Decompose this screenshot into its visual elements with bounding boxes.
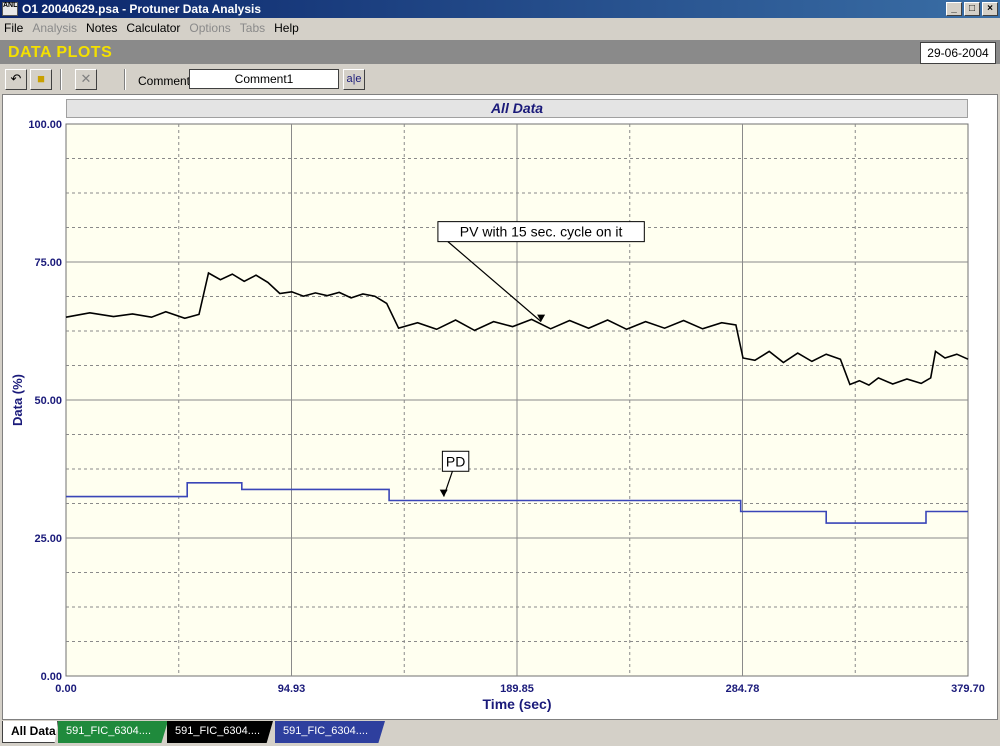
x-tick-label: 0.00	[55, 683, 76, 695]
x-tick-label: 189.85	[500, 683, 534, 695]
x-axis-label: Time (sec)	[483, 696, 552, 712]
y-tick-label: 75.00	[34, 257, 62, 269]
x-tick-label: 94.93	[278, 683, 306, 695]
tab-1[interactable]: 591_FIC_6304....	[58, 721, 168, 743]
chart-svg: 0.00 94.93 189.85 284.78 379.70 0.00 25.00 50.0…	[10, 119, 985, 712]
tab-0[interactable]: All Data	[2, 721, 58, 743]
tab-bar: All Data 591_FIC_6304.... 591_FIC_6304....…	[0, 720, 1000, 746]
tab-3[interactable]: 591_FIC_6304....	[275, 721, 385, 743]
tab-2[interactable]: 591_FIC_6304....	[167, 721, 273, 743]
x-tick-label: 284.78	[726, 683, 760, 695]
y-axis-label: Data (%)	[10, 374, 25, 426]
annotation-label: PV with 15 sec. cycle on it	[460, 224, 623, 240]
x-tick-label: 379.70	[951, 683, 985, 695]
y-tick-label: 25.00	[34, 533, 62, 545]
annotation-label: PD	[446, 453, 465, 469]
y-tick-label: 50.00	[34, 395, 62, 407]
y-tick-label: 100.00	[28, 119, 62, 131]
y-tick-label: 0.00	[41, 671, 62, 683]
